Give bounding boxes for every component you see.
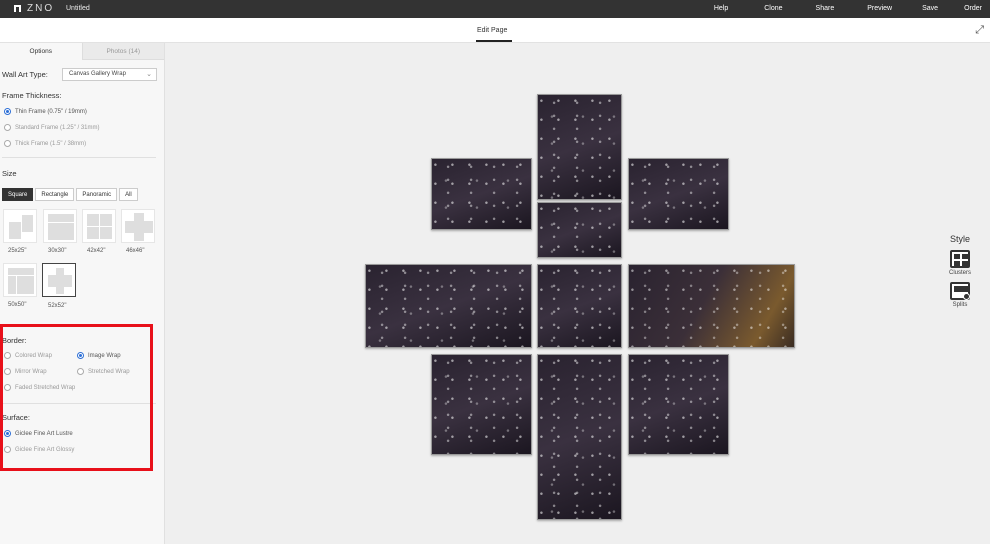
size-thumb-25[interactable] [3,209,37,243]
split-panel[interactable] [537,202,622,258]
frame-thin-label: Thin Frame (0.75" / 19mm) [15,108,87,115]
top-bar: ZNO Untitled Help Clone Share Preview Sa… [0,0,990,18]
nav-save[interactable]: Save [922,5,938,12]
size-thumb-label: 50x50" [8,302,27,308]
size-thumb-52-selected[interactable] [42,263,76,297]
chevron-down-icon: ⌄ [146,71,152,78]
canvas-area [166,44,990,544]
frame-thin-option[interactable]: Thin Frame (0.75" / 19mm) [4,108,87,115]
split-panel[interactable] [537,94,622,200]
logo-mark-icon [14,5,21,12]
size-thumb-label: 46x46" [126,248,145,254]
radio-icon [4,124,11,131]
logo-text: ZNO [27,3,55,14]
split-panel[interactable] [431,158,532,230]
nav-preview[interactable]: Preview [867,5,892,12]
size-thumb-50[interactable] [3,263,37,297]
split-panel[interactable] [365,264,532,348]
size-thumb-label: 52x52" [48,303,67,309]
clusters-icon[interactable] [950,250,970,268]
split-panel[interactable] [628,264,795,348]
nav-help[interactable]: Help [714,5,728,12]
sub-bar: Edit Page ⤢ [0,18,990,43]
nav-clone[interactable]: Clone [764,5,782,12]
size-thumb-label: 25x25" [8,248,27,254]
sidebar-tabs: Options Photos (14) [0,43,164,60]
size-thumb-30[interactable] [43,209,77,243]
wall-art-type-select[interactable]: Canvas Gallery Wrap ⌄ [62,68,157,81]
app-logo[interactable]: ZNO [14,3,54,14]
split-panel[interactable] [628,354,729,455]
clusters-label[interactable]: Clusters [938,270,982,276]
frame-standard-label: Standard Frame (1.25" / 31mm) [15,124,100,131]
split-panel[interactable] [537,354,622,520]
size-thumb-label: 42x42" [87,248,106,254]
size-thumb-label: 30x30" [48,248,67,254]
size-panoramic-button[interactable]: Panoramic [76,188,118,201]
tab-photos[interactable]: Photos (14) [82,43,164,60]
split-panel[interactable] [628,158,729,230]
frame-thick-option[interactable]: Thick Frame (1.5" / 38mm) [4,140,86,147]
wall-art-type-value: Canvas Gallery Wrap [69,71,126,77]
size-all-button[interactable]: All [119,188,138,201]
edit-page-tab[interactable]: Edit Page [477,27,507,34]
options-sidebar: Options Photos (14) Wall Art Type: Canva… [0,43,165,544]
split-panel[interactable] [431,354,532,455]
size-square-button[interactable]: Square [2,188,34,201]
splits-label[interactable]: Splits [938,302,982,308]
splits-icon[interactable] [950,282,970,300]
frame-thickness-label: Frame Thickness: [2,91,62,100]
radio-selected-icon [4,108,11,115]
edit-page-underline [476,40,512,42]
tab-options[interactable]: Options [0,43,83,60]
nav-order[interactable]: Order [964,5,982,12]
divider [2,157,156,158]
frame-standard-option[interactable]: Standard Frame (1.25" / 31mm) [4,124,100,131]
nav-share[interactable]: Share [816,5,835,12]
expand-icon[interactable]: ⤢ [975,24,984,37]
wall-art-type-label: Wall Art Type: [2,70,48,79]
highlight-box [0,324,153,471]
size-rectangle-button[interactable]: Rectangle [35,188,75,201]
frame-thick-label: Thick Frame (1.5" / 38mm) [15,140,87,147]
size-thumb-42[interactable] [82,209,116,243]
style-title: Style [949,234,970,244]
size-thumb-46[interactable] [121,209,155,243]
style-panel: Style Clusters Splits [938,234,982,308]
top-nav: Help Clone Share Preview Save Order [714,5,982,12]
split-panel[interactable] [537,264,622,348]
radio-icon [4,140,11,147]
size-filter-buttons: Square Rectangle Panoramic All [2,188,140,201]
wall-art-type-row: Wall Art Type: [2,70,48,79]
document-title[interactable]: Untitled [66,5,90,12]
size-label: Size [2,169,17,178]
